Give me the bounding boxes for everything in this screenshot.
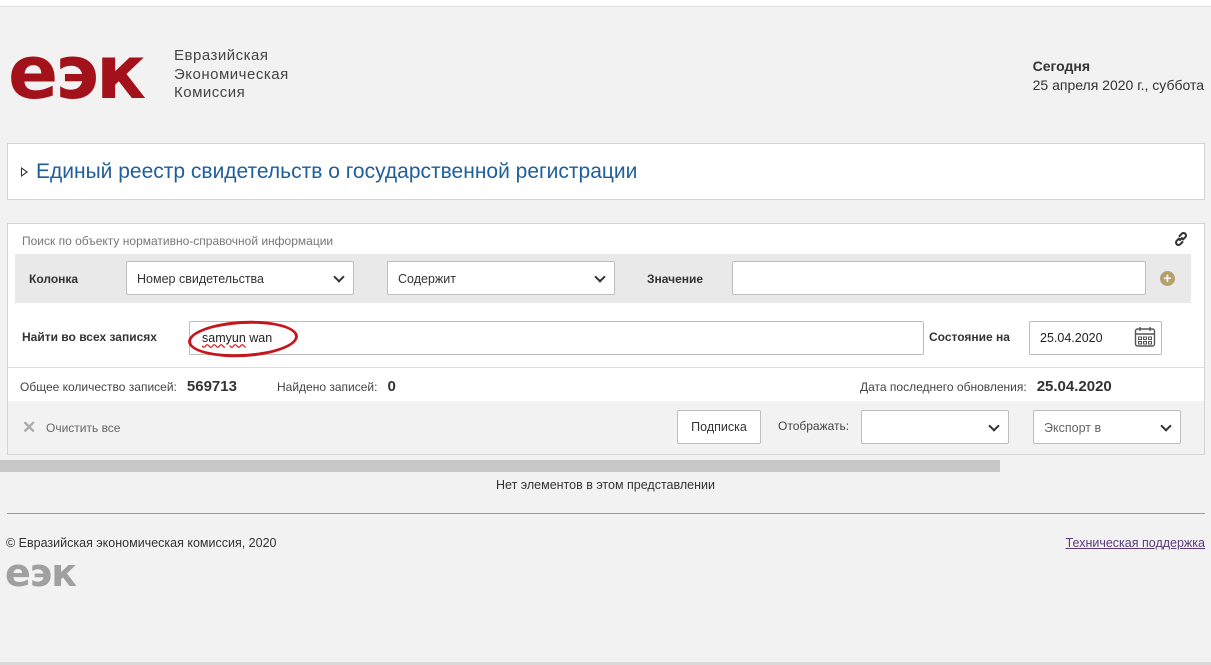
total-records: Общее количество записей: 569713 xyxy=(20,378,237,395)
state-date-input[interactable]: 25.04.2020 xyxy=(1029,321,1162,355)
org-name-line: Комиссия xyxy=(174,84,246,101)
found-records-value: 0 xyxy=(387,378,396,395)
page-title: Единый реестр свидетельств о государстве… xyxy=(36,160,638,183)
link-icon[interactable] xyxy=(1172,230,1190,248)
find-all-label: Найти во всех записях xyxy=(22,330,157,344)
clear-all-button[interactable]: Очистить все xyxy=(46,421,120,435)
page-title-box[interactable]: Единый реестр свидетельств о государстве… xyxy=(7,143,1205,200)
search-hint: Поиск по объекту нормативно-справочной и… xyxy=(22,234,334,248)
chevron-down-icon xyxy=(988,420,1000,432)
actions-row: ✕ Очистить все Подписка Отображать: Эксп… xyxy=(8,401,1204,454)
last-update-value: 25.04.2020 xyxy=(1036,378,1112,395)
operator-select-value: Содержит xyxy=(398,272,456,286)
find-all-input[interactable]: samyun wan xyxy=(189,321,924,355)
support-link[interactable]: Техническая поддержка xyxy=(1066,536,1205,550)
org-name-line: Экономическая xyxy=(174,65,289,83)
today-label: Сегодня xyxy=(1032,58,1091,74)
empty-view-message: Нет элементов в этом представлении xyxy=(496,478,715,492)
chevron-down-icon xyxy=(333,271,345,283)
horizontal-scrollbar[interactable] xyxy=(0,460,1000,472)
column-select[interactable]: Номер свидетельства xyxy=(126,261,354,295)
chevron-down-icon xyxy=(594,271,606,283)
last-update-label: Дата последнего обновления: xyxy=(860,380,1027,394)
last-update: Дата последнего обновления: 25.04.2020 xyxy=(860,378,1112,395)
clear-icon[interactable]: ✕ xyxy=(22,418,36,438)
footer-divider xyxy=(7,513,1205,514)
chevron-down-icon xyxy=(1160,420,1172,432)
add-condition-icon[interactable]: + xyxy=(1160,271,1175,286)
export-select-value: Экспорт в xyxy=(1044,421,1102,435)
total-records-value: 569713 xyxy=(186,378,237,395)
eec-logo[interactable]: еэк xyxy=(8,36,146,110)
divider xyxy=(8,367,1204,368)
state-label: Состояние на xyxy=(929,330,1010,344)
search-panel: Поиск по объекту нормативно-справочной и… xyxy=(7,223,1205,455)
expand-triangle-icon[interactable] xyxy=(21,167,28,177)
value-label: Значение xyxy=(647,272,704,286)
found-records: Найдено записей: 0 xyxy=(277,378,396,395)
copyright: © Евразийская экономическая комиссия, 20… xyxy=(6,536,277,550)
value-input[interactable] xyxy=(732,261,1146,295)
column-select-value: Номер свидетельства xyxy=(137,272,265,286)
filter-row: Колонка Номер свидетельства Содержит Зна… xyxy=(15,254,1191,303)
column-label: Колонка xyxy=(29,272,79,286)
found-records-label: Найдено записей: xyxy=(277,380,378,394)
org-name: Евразийская Экономическая Комиссия xyxy=(174,47,289,103)
today-date: 25 апреля 2020 г., суббота xyxy=(1032,77,1204,93)
display-select[interactable] xyxy=(861,410,1009,444)
org-name-line: Евразийская xyxy=(174,47,269,64)
today-block: Сегодня 25 апреля 2020 г., суббота xyxy=(1033,57,1204,95)
calendar-icon[interactable] xyxy=(1134,326,1156,348)
top-bar xyxy=(0,0,1211,7)
display-label: Отображать: xyxy=(778,419,850,433)
export-select[interactable]: Экспорт в xyxy=(1033,410,1181,444)
footer-logo: еэк xyxy=(5,551,77,595)
subscribe-button[interactable]: Подписка xyxy=(677,410,761,444)
operator-select[interactable]: Содержит xyxy=(387,261,615,295)
total-records-label: Общее количество записей: xyxy=(20,380,177,394)
state-date-value: 25.04.2020 xyxy=(1040,331,1103,345)
